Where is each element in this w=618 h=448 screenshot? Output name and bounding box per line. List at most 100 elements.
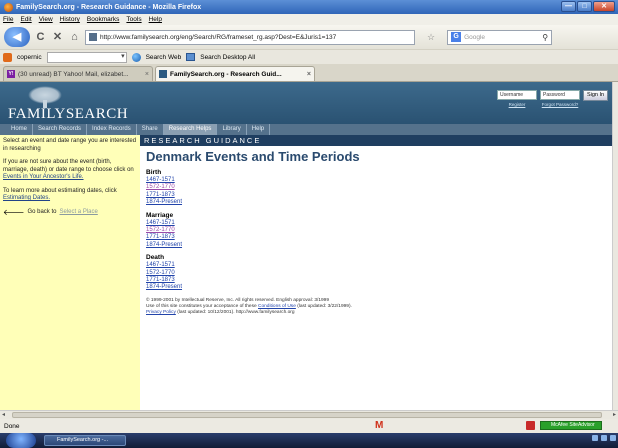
maximize-button[interactable]: □ (577, 1, 592, 12)
taskbar-firefox-button[interactable]: FamilySearch.org -... (44, 435, 126, 446)
tray-icon[interactable] (592, 435, 598, 441)
nav-search-records[interactable]: Search Records (33, 124, 88, 135)
familysearch-favicon (159, 70, 167, 78)
nav-home[interactable]: Home (6, 124, 34, 135)
menu-tools[interactable]: Tools (126, 16, 141, 23)
mcafee-siteadvisor-badge[interactable]: McAfee SiteAdvisor (540, 421, 602, 430)
birth-link-3[interactable]: 1771-1873 (146, 192, 606, 199)
username-field[interactable]: Username (497, 90, 537, 100)
section-title: Birth (146, 169, 162, 176)
search-desktop-icon (186, 53, 196, 61)
menu-bookmarks[interactable]: Bookmarks (87, 16, 120, 23)
vertical-scrollbar[interactable] (612, 82, 618, 410)
menu-history[interactable]: History (60, 16, 80, 23)
tray-icon[interactable] (610, 435, 616, 441)
birth-link-1[interactable]: 1467-1571 (146, 177, 606, 184)
section-death: Death 1467-1571 1572-1770 1771-1873 1874… (146, 254, 606, 292)
mcafee-m-icon[interactable]: M (375, 420, 383, 431)
sign-in-button[interactable]: Sign In (583, 90, 608, 101)
sidebar-text: If you are not sure about the event (bir… (3, 159, 134, 173)
bookmark-star-icon[interactable]: ☆ (427, 32, 435, 43)
tree-logo-icon (28, 86, 62, 108)
status-bar: Done M McAfee SiteAdvisor (0, 419, 618, 433)
scroll-right-icon[interactable]: ▸ (613, 411, 616, 418)
nav-library[interactable]: Library (217, 124, 247, 135)
tab-familysearch[interactable]: FamilySearch.org - Research Guid... × (155, 66, 315, 81)
tray-icon[interactable] (601, 435, 607, 441)
tab-yahoo-mail[interactable]: Y! (30 unread) BT Yahoo! Mail, elizabet.… (3, 66, 153, 81)
search-web-button[interactable]: Search Web (146, 54, 182, 61)
section-birth: Birth 1467-1571 1572-1770 1771-1873 1874… (146, 169, 606, 207)
forgot-password-link[interactable]: Forgot Password? (542, 102, 579, 107)
back-button[interactable]: ◀ (4, 27, 30, 47)
register-link[interactable]: Register (509, 102, 526, 107)
tab-strip: Y! (30 unread) BT Yahoo! Mail, elizabet.… (0, 64, 618, 82)
nav-index-records[interactable]: Index Records (87, 124, 137, 135)
url-bar[interactable]: http://www.familysearch.org/eng/Search/R… (85, 29, 415, 45)
privacy-link[interactable]: Privacy Policy (146, 310, 176, 315)
birth-link-2[interactable]: 1572-1770 (146, 184, 606, 191)
google-icon: G (451, 32, 462, 42)
footer-text: (last updated: 10/12/2001). http://www.f… (175, 309, 295, 315)
death-link-2[interactable]: 1572-1770 (146, 270, 606, 277)
window-titlebar: FamilySearch.org - Research Guidance - M… (0, 0, 618, 14)
window-controls: — □ ✕ (561, 1, 615, 12)
windows-taskbar: FamilySearch.org -... (0, 433, 618, 448)
site-header: FAMILYSEARCH Username Register Password … (0, 82, 612, 124)
tab-close-icon[interactable]: × (145, 71, 149, 78)
footer-text: Use of this site constitutes your accept… (146, 303, 258, 309)
death-link-1[interactable]: 1467-1571 (146, 262, 606, 269)
marriage-link-2[interactable]: 1572-1770 (146, 227, 606, 234)
section-title: Death (146, 254, 165, 262)
marriage-link-3[interactable]: 1771-1873 (146, 234, 606, 241)
events-link[interactable]: Events in Your Ancestor's Life. (3, 174, 84, 180)
select-place-link[interactable]: Select a Place (59, 209, 97, 217)
menu-help[interactable]: Help (149, 16, 162, 23)
search-icon[interactable]: ⚲ (542, 33, 548, 42)
birth-link-4[interactable]: 1874-Present (146, 199, 606, 206)
nav-share[interactable]: Share (137, 124, 164, 135)
scroll-thumb[interactable] (12, 412, 602, 418)
home-icon[interactable]: ⌂ (68, 31, 81, 44)
sidebar-text: To learn more about estimating dates, cl… (3, 187, 117, 194)
copernic-search-input[interactable] (46, 51, 127, 63)
section-marriage: Marriage 1467-1571 1572-1770 1771-1873 1… (146, 212, 606, 250)
nav-help[interactable]: Help (247, 124, 271, 135)
menu-view[interactable]: View (39, 16, 53, 23)
death-link-4[interactable]: 1874-Present (146, 284, 606, 291)
url-text: http://www.familysearch.org/eng/Search/R… (100, 33, 337, 41)
stop-icon[interactable]: ✕ (51, 31, 64, 44)
addon-toolbar: copernic Search Web Search Desktop All (0, 49, 618, 64)
system-tray (592, 435, 616, 441)
menu-edit[interactable]: Edit (20, 16, 31, 23)
horizontal-scrollbar[interactable]: ◂ ▸ (0, 410, 618, 419)
scroll-left-icon[interactable]: ◂ (2, 411, 5, 418)
search-desktop-button[interactable]: Search Desktop All (200, 54, 255, 61)
death-link-3[interactable]: 1771-1873 (146, 277, 606, 284)
adblock-icon[interactable] (526, 421, 535, 430)
navigation-toolbar: ◀ C ✕ ⌂ http://www.familysearch.org/eng/… (0, 25, 618, 49)
copernic-label[interactable]: copernic (17, 54, 42, 61)
research-guidance-bar: RESEARCH GUIDANCE (140, 135, 612, 146)
menu-file[interactable]: File (3, 16, 13, 23)
conditions-link[interactable]: Conditions of Use (258, 304, 296, 309)
nav-research-helps[interactable]: Research Helps (163, 124, 218, 135)
estimating-dates-link[interactable]: Estimating Dates. (3, 195, 50, 201)
password-field[interactable]: Password (540, 90, 580, 100)
back-arrow-icon: 🡐 (3, 207, 25, 217)
close-button[interactable]: ✕ (593, 1, 615, 12)
tab-close-icon[interactable]: × (307, 71, 311, 78)
sidebar-intro: Select an event and date range you are i… (3, 138, 137, 152)
marriage-link-4[interactable]: 1874-Present (146, 242, 606, 249)
site-logo[interactable]: FAMILYSEARCH (8, 106, 128, 123)
login-form: Username Register Password Forgot Passwo… (497, 90, 608, 107)
reload-icon[interactable]: C (34, 31, 47, 44)
start-button[interactable] (6, 433, 36, 448)
tab-label: FamilySearch.org - Research Guid... (170, 70, 282, 78)
section-title: Marriage (146, 211, 174, 219)
search-box[interactable]: G Google ⚲ (447, 29, 553, 45)
footer-text: (last updated: 3/22/1999). (295, 303, 352, 309)
minimize-button[interactable]: — (561, 1, 576, 12)
marriage-link-1[interactable]: 1467-1571 (146, 220, 606, 227)
go-back-text: Go back to (27, 208, 57, 215)
